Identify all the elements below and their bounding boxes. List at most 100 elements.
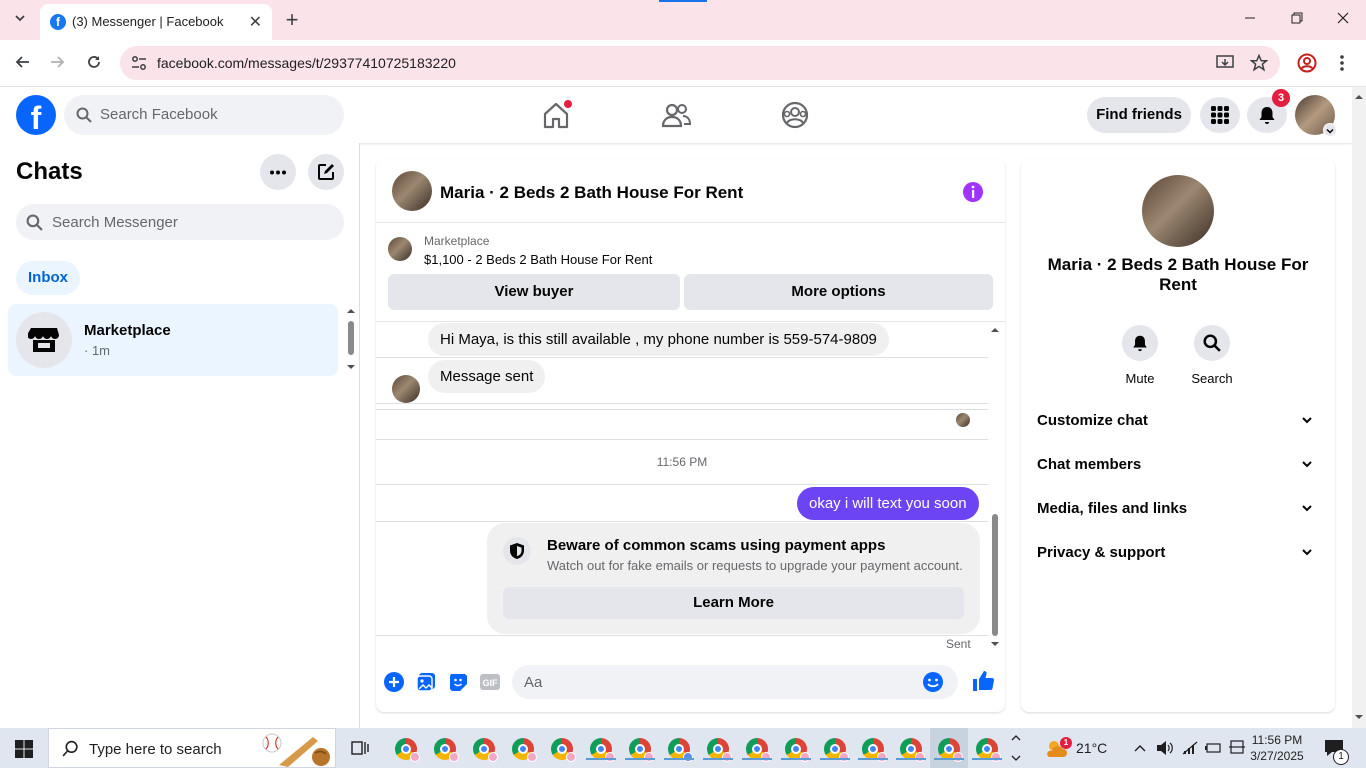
taskbar-search-placeholder: Type here to search (89, 741, 222, 758)
minimize-button[interactable] (1238, 8, 1262, 32)
taskbar-clock[interactable]: 11:56 PM 3/27/2025 (1248, 732, 1306, 764)
like-icon[interactable] (971, 669, 995, 693)
back-icon[interactable] (10, 52, 34, 76)
messenger-search-input[interactable]: Search Messenger (16, 204, 344, 240)
tab-search-icon[interactable] (8, 8, 32, 32)
baseball-icon (262, 733, 330, 767)
groups-icon[interactable] (777, 97, 813, 133)
sticker-icon[interactable] (447, 671, 469, 693)
facebook-search-input[interactable]: Search Facebook (64, 95, 344, 135)
close-window-button[interactable] (1331, 8, 1355, 32)
volume-icon[interactable] (1156, 740, 1174, 756)
message-input[interactable]: Aa (512, 665, 958, 699)
page-scrollbar[interactable] (1352, 87, 1366, 728)
forward-icon[interactable] (46, 52, 70, 76)
chrome-taskbar-icon[interactable] (625, 738, 655, 762)
profile-icon[interactable] (1297, 53, 1317, 73)
chrome-taskbar-icon[interactable] (820, 738, 850, 762)
chrome-taskbar-icon[interactable] (512, 738, 537, 762)
chrome-taskbar-icon[interactable] (972, 738, 1002, 762)
clock-time: 11:56 PM (1251, 733, 1303, 747)
chat-members-section[interactable]: Chat members (1037, 456, 1319, 480)
taskbar-overflow-icon[interactable] (1010, 730, 1022, 766)
view-buyer-button[interactable]: View buyer (388, 274, 680, 310)
outgoing-message[interactable]: okay i will text you soon (797, 487, 979, 520)
chevron-down-icon (1302, 549, 1312, 556)
new-tab-button[interactable]: + (280, 8, 304, 32)
chats-scrollbar[interactable] (346, 307, 356, 371)
listing-description[interactable]: $1,100 - 2 Beds 2 Bath House For Rent (424, 252, 652, 267)
weather-temp[interactable]: 21°C (1076, 740, 1107, 756)
account-avatar[interactable] (1295, 95, 1337, 137)
menu-button[interactable] (1200, 97, 1240, 133)
thread-scrollbar[interactable] (990, 324, 1000, 650)
customize-chat-section[interactable]: Customize chat (1037, 412, 1319, 436)
chat-list-item[interactable]: Marketplace · 1m (8, 304, 338, 376)
conversation-title[interactable]: Maria · 2 Beds 2 Bath House For Rent (440, 183, 743, 203)
address-bar[interactable]: facebook.com/messages/t/2937741072518322… (120, 46, 1280, 80)
notifications-button[interactable]: 3 (1247, 89, 1290, 133)
chrome-taskbar-icon[interactable] (395, 738, 420, 762)
privacy-support-section[interactable]: Privacy & support (1037, 544, 1319, 568)
emoji-icon[interactable] (922, 671, 944, 693)
mute-label: Mute (1125, 371, 1155, 386)
chrome-taskbar-icon[interactable] (551, 738, 576, 762)
chrome-taskbar-icon[interactable] (434, 738, 459, 762)
thread-divider (376, 403, 988, 404)
search-placeholder: Search Facebook (100, 106, 218, 123)
chrome-taskbar-icon[interactable] (473, 738, 498, 762)
thread-divider (376, 357, 988, 358)
chat-options-button[interactable] (260, 154, 296, 190)
chrome-taskbar-icon[interactable] (858, 738, 888, 762)
windows-taskbar: Type here to search 1 21°C 11:56 PM 3/27… (0, 728, 1366, 768)
task-view-icon[interactable] (351, 739, 369, 757)
incoming-message[interactable]: Hi Maya, is this still available , my ph… (428, 323, 889, 356)
inbox-tab[interactable]: Inbox (16, 261, 80, 295)
sender-avatar[interactable] (392, 375, 420, 403)
taskbar-search-input[interactable]: Type here to search (48, 728, 336, 768)
facebook-logo-icon[interactable]: f (16, 95, 56, 136)
gif-icon[interactable]: GIF (479, 671, 501, 693)
photo-icon[interactable] (415, 671, 437, 693)
more-dots-icon (270, 170, 286, 175)
chrome-taskbar-icon[interactable] (934, 738, 964, 762)
bookmark-star-icon[interactable] (1250, 54, 1268, 72)
install-app-icon[interactable] (1216, 54, 1234, 72)
find-friends-button[interactable]: Find friends (1087, 97, 1191, 133)
reload-icon[interactable] (82, 52, 106, 76)
chrome-taskbar-icon[interactable] (781, 738, 811, 762)
chat-info-avatar[interactable] (1142, 175, 1214, 247)
chrome-taskbar-icon[interactable] (664, 738, 694, 762)
chrome-taskbar-icon[interactable] (586, 738, 616, 762)
chrome-taskbar-icon[interactable] (742, 738, 772, 762)
plus-icon[interactable] (383, 671, 405, 693)
conversation-avatar[interactable] (392, 171, 432, 211)
friends-icon[interactable] (658, 97, 694, 133)
chevron-down-icon (1302, 505, 1312, 512)
tab-close-icon[interactable]: ✕ (249, 12, 262, 32)
conversation-panel: Maria · 2 Beds 2 Bath House For Rent Mar… (376, 159, 1005, 712)
conversation-header: Maria · 2 Beds 2 Bath House For Rent (376, 159, 1005, 223)
chrome-taskbar-icon[interactable] (703, 738, 733, 762)
network-icon[interactable] (1182, 740, 1200, 756)
media-files-links-section[interactable]: Media, files and links (1037, 500, 1319, 524)
restore-button[interactable] (1285, 8, 1309, 32)
browser-menu-icon[interactable] (1340, 54, 1344, 77)
incoming-message[interactable]: Message sent (428, 360, 546, 393)
site-settings-icon[interactable] (130, 54, 148, 72)
search-conversation-button[interactable]: Search (1182, 325, 1242, 386)
display-icon[interactable] (1228, 739, 1246, 757)
mute-button[interactable]: Mute (1110, 325, 1170, 386)
windows-start-icon[interactable] (15, 740, 33, 758)
new-message-button[interactable] (308, 154, 344, 190)
more-options-button[interactable]: More options (684, 274, 993, 310)
battery-plug-icon[interactable] (1204, 740, 1222, 756)
chevron-down-icon (1302, 417, 1312, 424)
scam-warning-title: Beware of common scams using payment app… (547, 537, 886, 554)
chrome-taskbar-icon[interactable] (896, 738, 926, 762)
learn-more-button[interactable]: Learn More (503, 587, 964, 619)
home-icon[interactable] (538, 97, 574, 133)
tray-chevron-up-icon[interactable] (1133, 741, 1147, 755)
info-icon[interactable] (962, 181, 984, 203)
browser-tab[interactable]: f (3) Messenger | Facebook ✕ (40, 4, 272, 40)
